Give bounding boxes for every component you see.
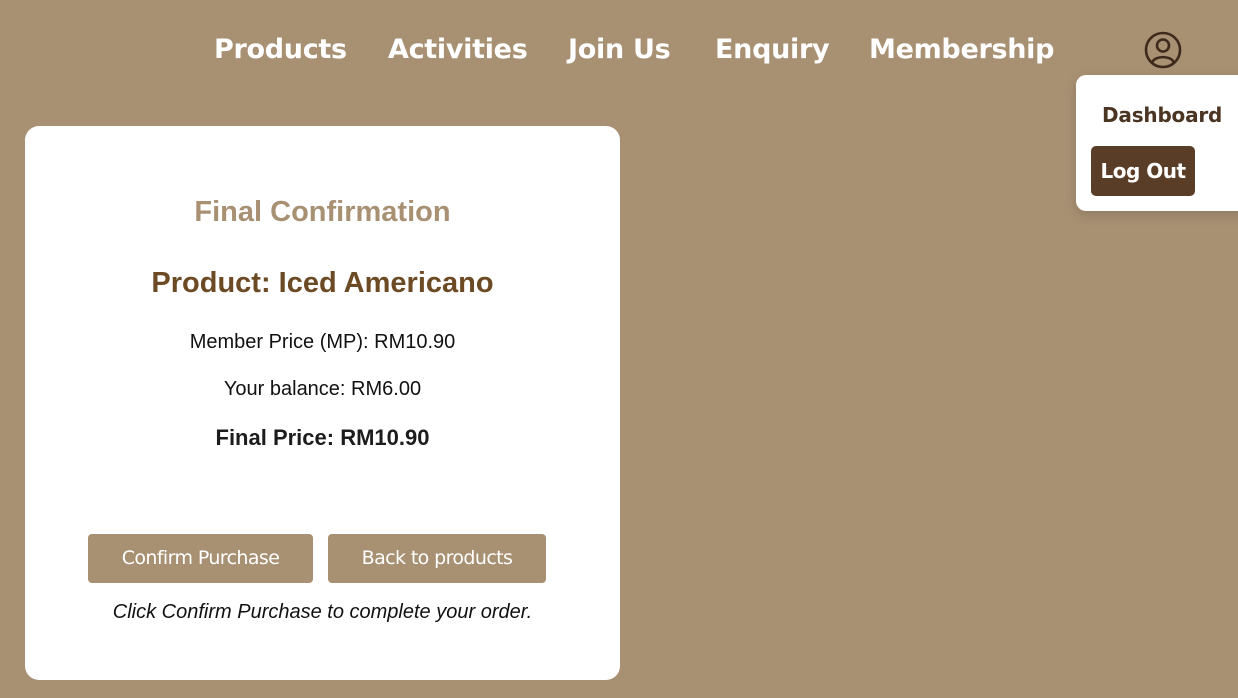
nav-enquiry-link[interactable]: Enquiry [715,30,830,70]
nav-activities-link[interactable]: Activities [388,30,528,70]
nav-membership-link[interactable]: Membership [869,30,1054,70]
back-to-products-button[interactable]: Back to products [328,534,546,583]
nav-join-us-link[interactable]: Join Us [568,30,671,70]
confirmation-title: Final Confirmation [194,196,451,228]
user-dropdown-menu: Dashboard Log Out [1076,75,1238,211]
logout-button[interactable]: Log Out [1091,146,1195,196]
user-circle-icon[interactable] [1143,30,1183,70]
confirmation-hint: Click Confirm Purchase to complete your … [112,601,533,623]
nav-products-link[interactable]: Products [214,30,347,70]
member-price: Member Price (MP): RM10.90 [189,331,456,353]
confirm-purchase-button[interactable]: Confirm Purchase [88,534,313,583]
confirmation-card: Final Confirmation Product: Iced America… [25,126,620,680]
balance: Your balance: RM6.00 [223,378,422,400]
final-price: Final Price: RM10.90 [215,425,430,450]
product-name: Product: Iced Americano [151,267,494,299]
dashboard-menu-item[interactable]: Dashboard [1102,103,1222,127]
